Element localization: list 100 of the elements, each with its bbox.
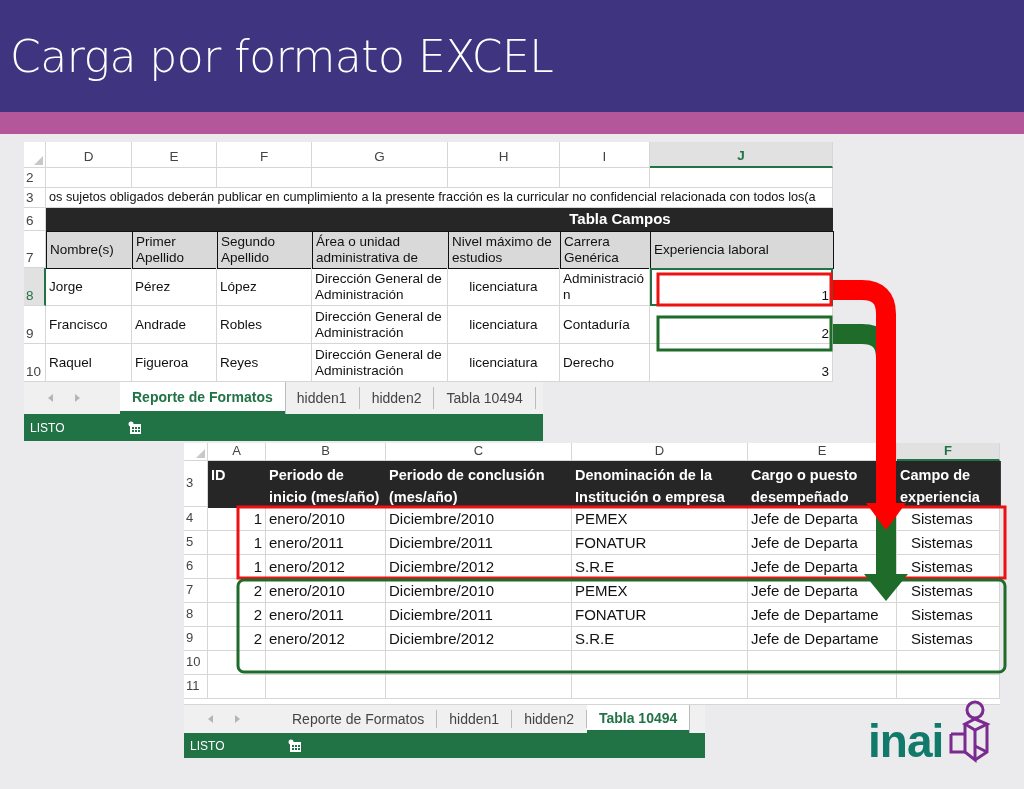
column-heading: Área o unidad administrativa de	[312, 231, 449, 269]
table-cell: Jefe de Departame	[748, 627, 897, 651]
sheet-tab[interactable]: hidden1	[284, 387, 360, 409]
table-cell: Jefe de Departame	[748, 603, 897, 627]
column-header[interactable]: F	[897, 443, 1000, 461]
scroll-left-icon[interactable]	[48, 394, 53, 402]
scroll-right-icon[interactable]	[235, 715, 240, 723]
column-heading: Experiencia laboral	[650, 231, 834, 269]
table-cell: 2	[208, 627, 266, 651]
sheet-tab[interactable]: Reporte de Formatos	[280, 710, 438, 728]
column-header[interactable]: J	[650, 142, 833, 168]
column-heading: Primer Apellido	[132, 231, 218, 269]
row-header[interactable]: 5	[184, 531, 208, 555]
table-cell: Dirección General de Administración	[312, 306, 448, 344]
column-header[interactable]: E	[132, 142, 217, 168]
table-cell: PEMEX	[572, 579, 748, 603]
column-heading: Campo de experiencia	[897, 461, 1001, 508]
table-cell: Derecho	[560, 344, 650, 382]
row-header[interactable]: 2	[24, 168, 46, 188]
column-header[interactable]: D	[572, 443, 748, 461]
table-cell: 1	[650, 268, 833, 306]
macro-icon[interactable]	[128, 420, 143, 435]
table-cell: Dirección General de Administración	[312, 268, 448, 306]
table-cell: 1	[208, 531, 266, 555]
table-cell: licenciatura	[448, 306, 560, 344]
table-cell: Diciembre/2011	[386, 603, 572, 627]
sheet-tab[interactable]: hidden2	[359, 387, 435, 409]
table-cell: enero/2010	[266, 507, 386, 531]
table-cell: FONATUR	[572, 531, 748, 555]
table-cell: Diciembre/2012	[386, 555, 572, 579]
column-header[interactable]: H	[448, 142, 560, 168]
table-cell: 1	[208, 555, 266, 579]
table-title: Tabla Campos	[46, 208, 833, 231]
column-header[interactable]: C	[386, 443, 572, 461]
column-header[interactable]: D	[46, 142, 132, 168]
row-header[interactable]: 10	[184, 651, 208, 675]
sheet-tab[interactable]: Tabla 10494	[586, 705, 690, 733]
macro-icon[interactable]	[288, 738, 303, 753]
sheet-tab[interactable]: Reporte de Formatos	[120, 382, 285, 414]
column-heading: ID	[208, 461, 267, 508]
table-cell: 2	[650, 306, 833, 344]
row-header[interactable]: 6	[24, 208, 46, 231]
table-cell: Andrade	[132, 306, 217, 344]
table-cell: Administración	[560, 268, 650, 306]
table-cell: Robles	[217, 306, 312, 344]
row-header[interactable]: 11	[184, 675, 208, 699]
column-header[interactable]: G	[312, 142, 448, 168]
column-header[interactable]: F	[217, 142, 312, 168]
sheet-tab[interactable]: Tabla 10494	[434, 387, 536, 409]
row-header[interactable]: 8	[24, 268, 46, 306]
table-cell: Diciembre/2010	[386, 579, 572, 603]
table-cell: enero/2012	[266, 555, 386, 579]
table-cell: 3	[650, 344, 833, 382]
column-header[interactable]: B	[266, 443, 386, 461]
scroll-right-icon[interactable]	[75, 394, 80, 402]
column-heading: Denominación de la Institución o empresa	[572, 461, 749, 508]
table-cell: 2	[208, 579, 266, 603]
sheet-tab[interactable]: hidden2	[512, 710, 587, 728]
table-cell: Jorge	[46, 268, 132, 306]
table-cell: S.R.E	[572, 555, 748, 579]
table-cell: Diciembre/2010	[386, 507, 572, 531]
row-header[interactable]: 7	[24, 231, 46, 268]
table-cell: Sistemas	[897, 627, 1000, 651]
row-header[interactable]: 3	[184, 461, 208, 507]
table-cell: FONATUR	[572, 603, 748, 627]
slide-title: Carga por formato EXCEL	[10, 30, 554, 82]
column-heading: Periodo de inicio (mes/año)	[266, 461, 387, 508]
select-all-icon[interactable]	[196, 449, 205, 458]
table-cell: enero/2011	[266, 603, 386, 627]
table-cell: Sistemas	[897, 531, 1000, 555]
table-cell: licenciatura	[448, 268, 560, 306]
column-heading: Nivel máximo de estudios	[448, 231, 561, 269]
column-header[interactable]: A	[208, 443, 266, 461]
select-all-icon[interactable]	[34, 156, 43, 165]
status-text: LISTO	[30, 420, 65, 435]
table-cell: Contaduría	[560, 306, 650, 344]
row-header[interactable]: 7	[184, 579, 208, 603]
logo-text: inai	[868, 718, 944, 764]
sheet-tab[interactable]: hidden1	[437, 710, 513, 728]
table-cell: Francisco	[46, 306, 132, 344]
row-header[interactable]: 10	[24, 344, 46, 382]
scroll-left-icon[interactable]	[208, 715, 213, 723]
column-heading: Carrera Genérica	[560, 231, 651, 269]
table-cell: Jefe de Departa	[748, 531, 897, 555]
table-cell: 2	[208, 603, 266, 627]
column-heading: Periodo de conclusión (mes/año)	[386, 461, 573, 508]
row-header[interactable]: 6	[184, 555, 208, 579]
row-header[interactable]: 3	[24, 188, 46, 208]
table-cell: 1	[208, 507, 266, 531]
table-cell: Diciembre/2012	[386, 627, 572, 651]
row-header[interactable]: 9	[24, 306, 46, 344]
row-header[interactable]: 4	[184, 507, 208, 531]
row-header[interactable]: 8	[184, 603, 208, 627]
table-cell: enero/2010	[266, 579, 386, 603]
column-header[interactable]: I	[560, 142, 650, 168]
table-cell: Sistemas	[897, 603, 1000, 627]
row-header[interactable]: 9	[184, 627, 208, 651]
column-heading: Nombre(s)	[46, 231, 133, 269]
column-heading: Segundo Apellido	[217, 231, 313, 269]
status-text: LISTO	[190, 738, 225, 753]
